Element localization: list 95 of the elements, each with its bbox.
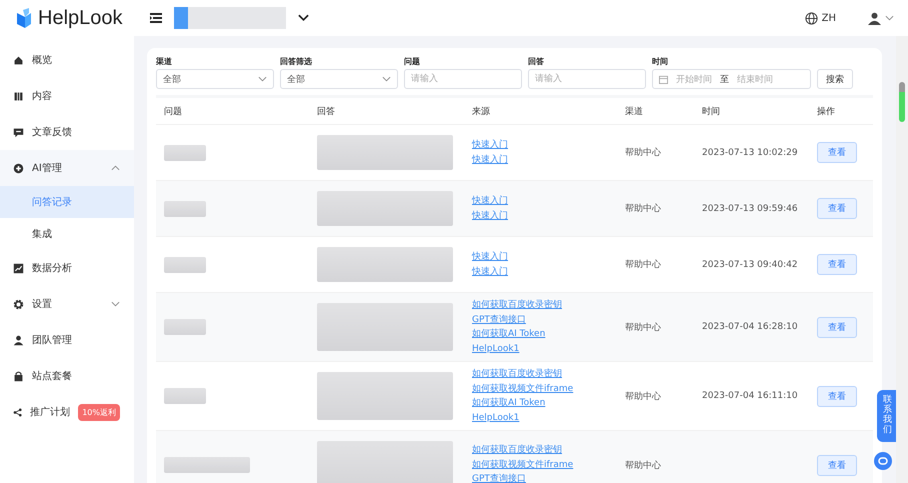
column-header: 时间 [701, 106, 721, 118]
column-header: 来源 [471, 106, 491, 118]
redacted-question [164, 319, 206, 335]
redacted-question [164, 256, 206, 272]
source-link[interactable]: 如何获取百度收录密钥 [472, 298, 562, 312]
sidebar-item[interactable]: 数据分析 [0, 250, 134, 286]
bag-icon [13, 370, 24, 382]
source-link[interactable]: 如何获取视频文件iframe [472, 458, 574, 472]
chevron-icon [258, 76, 267, 82]
source-link[interactable]: GPT查询接口 [472, 472, 526, 483]
chat-icon[interactable] [874, 452, 892, 470]
share-icon [13, 406, 22, 418]
channel-text: 帮助中心 [625, 258, 661, 271]
select-field[interactable]: 全部 [156, 69, 274, 89]
select-field[interactable]: 全部 [280, 69, 398, 89]
filter-label: 回答筛选 [280, 56, 313, 67]
redacted-question [164, 144, 206, 160]
time-text: 2023-07-04 16:28:10 [702, 322, 798, 332]
filter-label: 问题 [404, 56, 421, 67]
search-button[interactable]: 搜索 [817, 69, 853, 89]
channel-text: 帮助中心 [625, 460, 661, 472]
sidebar-item[interactable]: 推广计划 10%返利 [0, 394, 134, 430]
sidebar-item[interactable]: 概览 [0, 42, 134, 78]
filter-label: 渠道 [156, 56, 173, 67]
sidebar-item[interactable]: 团队管理 [0, 322, 134, 358]
source-link[interactable]: 快速入门 [472, 194, 508, 208]
book-icon [13, 90, 24, 102]
view-button[interactable]: 查看 [817, 454, 857, 476]
column-header: 操作 [816, 106, 836, 118]
home-icon [13, 54, 24, 66]
scrollbar[interactable] [896, 36, 908, 483]
filter-label: 回答 [528, 56, 545, 67]
user-icon[interactable] [868, 12, 881, 24]
redacted-question [164, 200, 206, 216]
comment-icon [13, 126, 24, 138]
source-link[interactable]: 快速入门 [472, 250, 508, 264]
view-button[interactable]: 查看 [817, 386, 857, 406]
view-button[interactable]: 查看 [817, 198, 857, 219]
view-button[interactable]: 查看 [817, 254, 857, 275]
source-link[interactable]: HelpLook1 [472, 410, 520, 425]
filter-label: 时间 [652, 56, 669, 67]
time-text: 2023-07-13 09:59:46 [702, 204, 798, 214]
source-link[interactable]: GPT查询接口 [472, 312, 526, 327]
end-time-placeholder: 结束时间 [737, 74, 773, 86]
gear-icon [13, 298, 24, 310]
source-link[interactable]: HelpLook1 [472, 342, 520, 356]
column-header: 回答 [316, 106, 336, 118]
chart-icon [13, 262, 24, 274]
input-field[interactable]: 请输入 [528, 69, 646, 89]
sidebar-item[interactable]: 文章反馈 [0, 114, 134, 150]
sidebar-item[interactable]: AI管理 [0, 150, 134, 186]
chevron-icon [111, 165, 120, 171]
sidebar-item[interactable]: 站点套餐 [0, 358, 134, 394]
source-link[interactable]: 如何获取百度收录密钥 [472, 367, 562, 382]
channel-text: 帮助中心 [625, 322, 661, 334]
logo-text: HelpLook [38, 6, 123, 30]
redacted-question [164, 388, 206, 404]
plus-icon [13, 162, 24, 174]
menu-icon[interactable] [150, 13, 162, 23]
time-text: 2023-07-04 16:11:10 [702, 391, 798, 401]
source-link[interactable]: 如何获取百度收录密钥 [472, 443, 562, 458]
sidebar-subitem[interactable]: 集成 [0, 218, 134, 250]
sidebar-subitem[interactable]: 问答记录 [0, 186, 134, 218]
time-text: 2023-07-13 09:40:42 [702, 260, 798, 270]
channel-text: 帮助中心 [625, 202, 661, 215]
view-button[interactable]: 查看 [817, 142, 857, 163]
date-range-field[interactable]: 开始时间 至 结束时间 [652, 69, 811, 89]
view-button[interactable]: 查看 [817, 316, 857, 338]
channel-text: 帮助中心 [625, 390, 661, 402]
source-link[interactable]: 如何获取视频文件iframe [472, 382, 574, 396]
time-text: 2023-07-13 10:02:29 [702, 148, 798, 158]
promo-badge: 10%返利 [78, 404, 120, 420]
source-link[interactable]: 快速入门 [472, 138, 508, 152]
start-time-placeholder: 开始时间 [676, 74, 712, 86]
column-header: 问题 [163, 106, 183, 118]
chevron-icon[interactable] [298, 14, 309, 22]
chevron-icon [885, 15, 894, 21]
source-link[interactable]: 快速入门 [472, 208, 508, 223]
sidebar-item[interactable]: 设置 [0, 286, 134, 322]
range-separator: 至 [720, 74, 729, 86]
column-header: 渠道 [624, 106, 644, 118]
source-link[interactable]: 如何获取AI Token [472, 396, 546, 410]
chevron-icon [111, 301, 120, 307]
sidebar-item[interactable]: 内容 [0, 78, 134, 114]
source-link[interactable]: 如何获取AI Token [472, 327, 546, 342]
channel-text: 帮助中心 [625, 146, 661, 159]
source-link[interactable]: 快速入门 [472, 152, 508, 167]
input-field[interactable]: 请输入 [404, 69, 522, 89]
chevron-icon [382, 76, 391, 82]
language-label[interactable]: ZH [822, 12, 836, 24]
calendar-icon [659, 74, 668, 84]
user-icon [13, 334, 24, 346]
source-link[interactable]: 快速入门 [472, 264, 508, 279]
logo-icon [16, 8, 32, 28]
globe-icon[interactable] [804, 12, 818, 24]
